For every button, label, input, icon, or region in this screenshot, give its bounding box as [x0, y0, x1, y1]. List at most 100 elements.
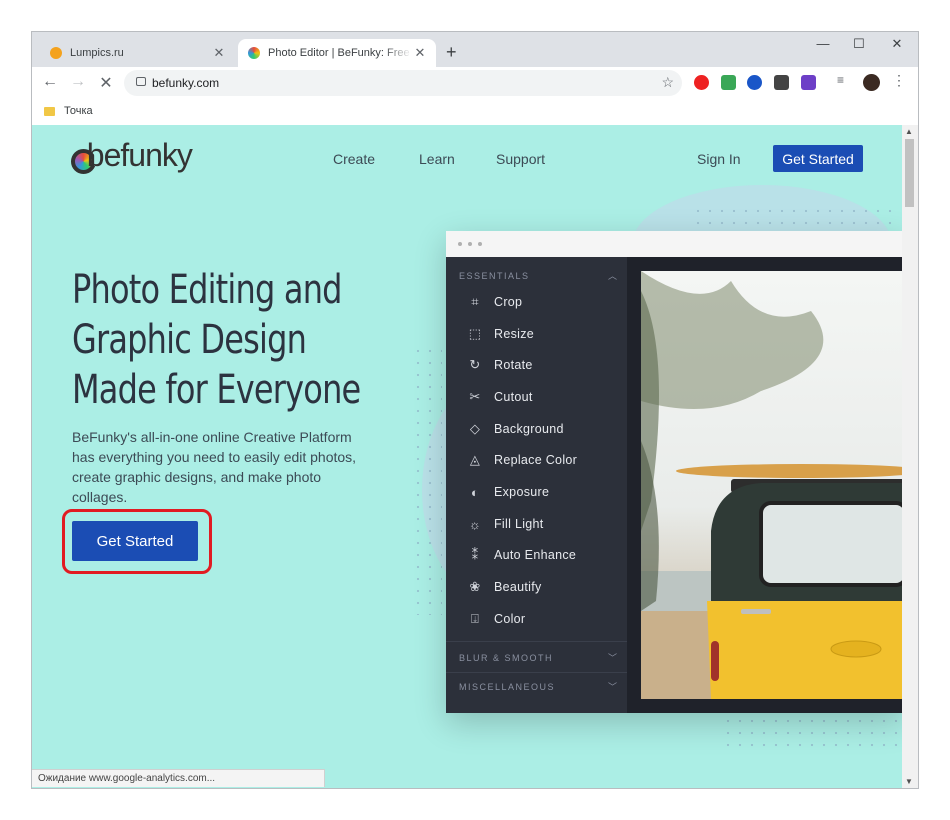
- globe-extension-icon[interactable]: [747, 75, 762, 90]
- page-scrollbar[interactable]: ▲ ▼: [902, 125, 918, 788]
- section-essentials[interactable]: ESSENTIALS: [459, 271, 530, 281]
- preview-titlebar: [446, 231, 902, 257]
- lumpics-favicon-icon: [50, 47, 62, 59]
- crop-icon: ⌗: [471, 294, 479, 309]
- chevron-up-icon[interactable]: ︿: [608, 269, 617, 282]
- new-tab-icon[interactable]: +: [446, 42, 457, 63]
- tab-title: Photo Editor | BeFunky: Free Onli: [268, 47, 412, 59]
- folder-icon: [44, 107, 55, 116]
- flower-icon: ❀: [469, 579, 481, 594]
- tool-crop[interactable]: ⌗ Crop: [466, 292, 522, 312]
- section-blur-smooth[interactable]: BLUR & SMOOTH: [459, 653, 553, 663]
- stop-loading-icon[interactable]: ✕: [96, 73, 116, 93]
- headline-line: Made for Everyone: [72, 367, 361, 413]
- scroll-thumb[interactable]: [905, 139, 914, 207]
- music-extension-icon[interactable]: [721, 75, 736, 90]
- background-icon: ◇: [469, 421, 481, 436]
- dot-icon: [468, 242, 472, 246]
- tool-label: Auto Enhance: [494, 548, 577, 562]
- photo-illustration: [641, 271, 902, 699]
- chevron-down-icon[interactable]: ﹀: [608, 651, 617, 664]
- wand-icon: ⁑: [471, 547, 479, 562]
- tool-label: Beautify: [494, 580, 542, 594]
- tab-befunky[interactable]: Photo Editor | BeFunky: Free Onli ✕: [238, 39, 436, 67]
- tool-label: Color: [494, 612, 526, 626]
- get-started-top-button[interactable]: Get Started: [773, 145, 863, 172]
- tool-auto-enhance[interactable]: ⁑ Auto Enhance: [466, 545, 576, 565]
- tool-label: Fill Light: [494, 517, 544, 531]
- avatar[interactable]: [863, 74, 880, 91]
- rotate-icon: ↻: [469, 357, 481, 372]
- tab-title: Lumpics.ru: [70, 47, 124, 59]
- tool-label: Replace Color: [494, 453, 578, 467]
- scroll-down-icon[interactable]: ▼: [905, 777, 913, 786]
- tab-lumpics[interactable]: Lumpics.ru ✕: [40, 39, 235, 67]
- sign-in-link[interactable]: Sign In: [697, 151, 741, 167]
- resize-icon: ⬚: [468, 326, 482, 341]
- tool-label: Crop: [494, 295, 523, 309]
- dot-icon: [478, 242, 482, 246]
- nav-learn[interactable]: Learn: [419, 151, 455, 167]
- url-text: befunky.com: [152, 76, 220, 90]
- bookmarks-bar: Точка: [32, 99, 918, 126]
- forward-icon[interactable]: →: [68, 73, 88, 91]
- scroll-up-icon[interactable]: ▲: [905, 127, 913, 136]
- section-miscellaneous[interactable]: MISCELLANEOUS: [459, 682, 555, 692]
- get-started-button[interactable]: Get Started: [72, 521, 198, 561]
- box-extension-icon[interactable]: [774, 75, 789, 90]
- tool-cutout[interactable]: ✂ Cutout: [466, 387, 533, 407]
- browser-window: Lumpics.ru ✕ Photo Editor | BeFunky: Fre…: [32, 32, 918, 788]
- sun-icon: ☼: [468, 516, 482, 532]
- headline-line: Graphic Design: [72, 317, 307, 363]
- tools-panel: ESSENTIALS ︿ ⌗ Crop ⬚ Resize ↻ Rotate ✂ Cuto…: [446, 257, 627, 713]
- exposure-icon: ◐: [470, 484, 480, 500]
- color-icon: ⍗: [470, 611, 480, 626]
- nav-create[interactable]: Create: [333, 151, 375, 167]
- close-window-icon[interactable]: ✕: [882, 36, 912, 52]
- minimize-icon[interactable]: —: [808, 36, 838, 51]
- tool-label: Resize: [494, 327, 535, 341]
- tool-background[interactable]: ◇ Background: [466, 419, 564, 439]
- editor-preview: ESSENTIALS ︿ ⌗ Crop ⬚ Resize ↻ Rotate ✂ Cuto…: [446, 231, 902, 713]
- close-tab-icon[interactable]: ✕: [412, 45, 428, 61]
- tool-color[interactable]: ⍗ Color: [466, 609, 525, 629]
- tool-rotate[interactable]: ↻ Rotate: [466, 355, 533, 375]
- decorative-dots: [412, 345, 442, 615]
- befunky-favicon-icon: [248, 47, 260, 59]
- ad-extension-icon[interactable]: [801, 75, 816, 90]
- hero-description: BeFunky's all-in-one online Creative Pla…: [72, 429, 357, 505]
- tool-fill-light[interactable]: ☼ Fill Light: [466, 514, 544, 534]
- tool-label: Exposure: [494, 485, 550, 499]
- decorative-dots: [722, 715, 902, 755]
- drop-icon: ◬: [469, 452, 481, 467]
- divider: [446, 641, 627, 642]
- bookmark-star-icon[interactable]: ☆: [661, 74, 674, 91]
- divider: [446, 672, 627, 673]
- opera-extension-icon[interactable]: [694, 75, 709, 90]
- tool-label: Background: [494, 422, 564, 436]
- chevron-down-icon[interactable]: ﹀: [608, 680, 617, 693]
- nav-support[interactable]: Support: [496, 151, 545, 167]
- menu-icon[interactable]: ⋮: [892, 72, 907, 88]
- tab-strip: Lumpics.ru ✕ Photo Editor | BeFunky: Fre…: [32, 32, 918, 67]
- tool-resize[interactable]: ⬚ Resize: [466, 324, 534, 344]
- hero-headline: Photo Editing and Graphic Design Made fo…: [72, 265, 361, 415]
- tool-label: Rotate: [494, 358, 533, 372]
- tool-beautify[interactable]: ❀ Beautify: [466, 577, 542, 597]
- back-icon[interactable]: ←: [40, 73, 60, 91]
- browser-toolbar: ← → ✕ befunky.com ☆ ≡ ⋮: [32, 67, 918, 99]
- lock-icon: [136, 77, 146, 86]
- befunky-logo[interactable]: bbefunky: [70, 137, 193, 174]
- tool-exposure[interactable]: ◐ Exposure: [466, 482, 549, 502]
- headline-line: Photo Editing and: [72, 267, 342, 313]
- bookmark-tochka[interactable]: Точка: [64, 105, 93, 117]
- dot-icon: [458, 242, 462, 246]
- maximize-icon[interactable]: ☐: [844, 36, 874, 52]
- scissors-icon: ✂: [469, 389, 481, 404]
- logo-text: befunky: [86, 137, 193, 173]
- address-bar[interactable]: befunky.com ☆: [124, 70, 682, 96]
- media-control-icon[interactable]: ≡: [837, 73, 852, 88]
- tool-replace-color[interactable]: ◬ Replace Color: [466, 450, 577, 470]
- status-bubble: Ожидание www.google-analytics.com...: [32, 769, 325, 787]
- close-tab-icon[interactable]: ✕: [211, 45, 227, 61]
